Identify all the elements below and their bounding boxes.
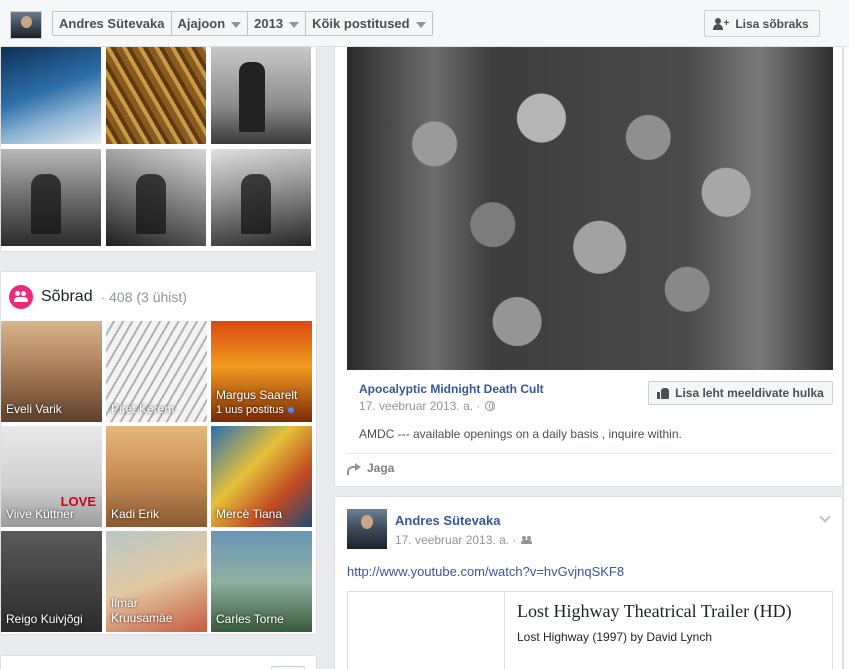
link-attachment[interactable]: Lost Highway Theatrical Trailer (HD) Los… [347,591,833,669]
friends-header: Sõbrad · 408 (3 ühist) [9,285,187,309]
add-friend-label: Lisa sõbraks [735,16,809,31]
friends-card: Sõbrad · 408 (3 ühist) Eveli Varik Piret… [0,271,317,635]
post-timestamp: 17. veebruar 2013. a. · [359,399,496,413]
post-photo[interactable] [347,47,833,370]
attachment-thumbnail [348,592,505,669]
friend-name: Mercè Tiana [216,507,283,521]
friend-tile[interactable]: Eveli Varik [1,321,102,422]
photo-thumbnail[interactable] [106,149,206,246]
chevron-down-icon [231,21,242,28]
posts-filter-dropdown[interactable]: Kõik postitused [306,12,432,35]
post-author-link[interactable]: Andres Sütevaka [395,513,501,528]
globe-icon [485,401,496,411]
author-avatar[interactable] [347,509,387,549]
profile-name: Andres Sütevaka [59,16,165,31]
friend-tile[interactable]: LOVE Viive Küttner [1,426,102,527]
friend-name: Ilmar Kruusamäe [111,596,173,625]
photo-thumbnail[interactable] [1,47,101,144]
unread-dot-icon [287,407,294,413]
photo-thumbnail[interactable] [1,149,101,246]
photos-grid [0,47,317,252]
timeline-breadcrumb: Andres Sütevaka Ajajoon 2013 Kõik postit… [52,11,433,36]
friend-name: Reigo Kuivjõgi [6,612,83,626]
chevron-down-icon [415,21,426,28]
friend-name: Carles Torne [216,612,284,626]
friends-icon [9,285,33,309]
share-icon [347,463,361,475]
post-text: AMDC --- available openings on a daily b… [359,427,682,441]
friends-count: · 408 (3 ühist) [100,289,187,305]
post-date[interactable]: 17. veebruar 2013. a. · [359,399,480,413]
post-timestamp: 17. veebruar 2013. a. · [395,533,533,547]
photo-thumbnail[interactable] [211,149,311,246]
friend-tile[interactable]: Mercè Tiana [211,426,312,527]
shared-photo-post: Apocalyptic Midnight Death Cult 17. veeb… [334,47,843,487]
friend-tile[interactable]: Piret Kerem [106,321,207,422]
profile-name-crumb[interactable]: Andres Sütevaka [53,12,172,35]
photo-thumbnail[interactable] [211,47,311,144]
friend-name: Eveli Varik [6,402,62,416]
friend-tile[interactable]: Margus Saarelt 1 uus postitus [211,321,312,422]
attachment-title[interactable]: Lost Highway Theatrical Trailer (HD) [517,601,792,622]
friend-name: Piret Kerem [111,402,175,416]
posts-filter-label: Kõik postitused [312,16,410,31]
add-friend-icon: + [713,17,729,30]
friend-tile[interactable]: Reigo Kuivjõgi [1,531,102,632]
link-post: Andres Sütevaka 17. veebruar 2013. a. · … [334,496,843,669]
friends-title[interactable]: Sõbrad [41,288,93,306]
share-label: Jaga [367,461,395,475]
year-dropdown[interactable]: 2013 [248,12,307,35]
friends-audience-icon [521,536,533,544]
new-post-label: 1 uus postitus [216,404,284,416]
friend-name: Kadi Erik [111,507,160,521]
photo-thumbnail[interactable] [106,47,206,144]
friend-tile[interactable]: Carles Torne [211,531,312,632]
profile-avatar[interactable] [10,11,42,39]
friend-new-post-status: 1 uus postitus [216,404,294,416]
like-page-label: Lisa leht meeldivate hulka [675,386,824,400]
friend-tile[interactable]: Kadi Erik [106,426,207,527]
friend-tile[interactable]: Ilmar Kruusamäe [106,531,207,632]
like-page-button[interactable]: Lisa leht meeldivate hulka [648,381,833,405]
chevron-down-icon [289,21,300,28]
post-date[interactable]: 17. veebruar 2013. a. · [395,533,516,547]
post-url-link[interactable]: http://www.youtube.com/watch?v=hvGvjnqSK… [347,564,624,579]
add-friend-button[interactable]: + Lisa sõbraks [704,10,820,37]
timeline-label: Ajajoon [177,16,226,31]
right-column-edge [843,47,849,669]
next-card-partial [0,655,317,669]
page-name-link[interactable]: Apocalyptic Midnight Death Cult [359,382,544,396]
attachment-subtitle: Lost Highway (1997) by David Lynch [517,630,712,644]
post-options-chevron-icon[interactable] [819,511,831,523]
friend-name: Viive Küttner [6,507,74,521]
timeline-dropdown[interactable]: Ajajoon [172,12,249,35]
friend-name: Margus Saarelt [216,388,298,402]
timeline-navbar: Andres Sütevaka Ajajoon 2013 Kõik postit… [0,0,849,47]
share-button[interactable]: Jaga [347,461,394,475]
year-label: 2013 [254,16,284,31]
thumbs-up-icon [657,387,670,399]
divider [347,453,833,454]
